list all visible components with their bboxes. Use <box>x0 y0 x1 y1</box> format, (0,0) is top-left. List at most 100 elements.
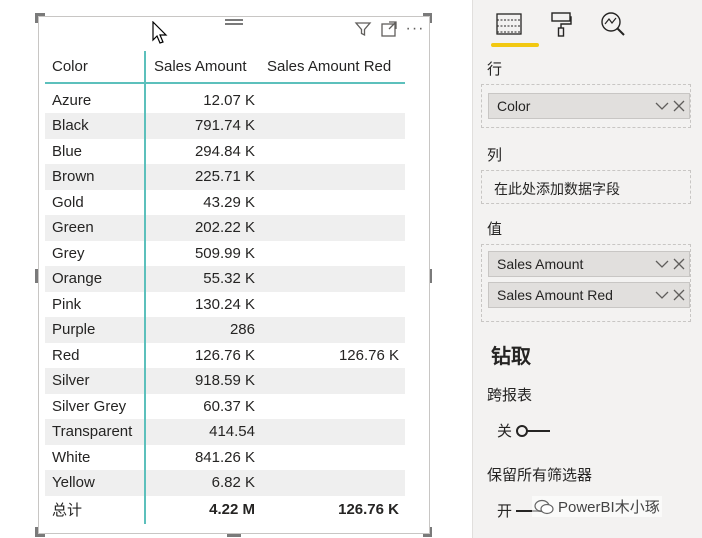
table-row[interactable]: Silver Grey 60.37 K <box>45 393 405 420</box>
column-header-sales-amount-red[interactable]: Sales Amount Red <box>259 51 405 84</box>
close-icon[interactable] <box>673 283 685 315</box>
cell-color: Silver Grey <box>45 393 146 419</box>
table-row[interactable]: Black 791.74 K <box>45 113 405 139</box>
close-icon[interactable] <box>673 94 685 126</box>
total-label: 总计 <box>45 495 146 524</box>
table-total-row: 总计 4.22 M 126.76 K <box>45 495 405 524</box>
toggle-state-label: 关 <box>497 423 513 440</box>
total-sales-amount: 4.22 M <box>209 501 255 518</box>
analytics-tab-icon[interactable] <box>597 8 629 40</box>
drill-section-title: 钻取 <box>491 346 531 368</box>
format-tab-icon[interactable] <box>545 8 577 40</box>
table-row[interactable]: Transparent 414.54 <box>45 419 405 445</box>
column-header-sales-amount[interactable]: Sales Amount <box>145 51 259 84</box>
table-row[interactable]: Red 126.76 K 126.76 K <box>45 342 405 368</box>
cell-sales-amount: 126.76 K <box>194 346 255 364</box>
data-table: Color Sales Amount Sales Amount Red Azur… <box>45 51 405 524</box>
cell-sales-amount: 225.71 K <box>145 164 259 190</box>
cell-color: Red <box>45 342 146 368</box>
field-pill-label: Color <box>497 98 531 114</box>
cell-sales-amount: 286 <box>145 317 259 343</box>
table-row[interactable]: Gold 43.29 K <box>45 189 405 216</box>
visualizations-pane: 行 Color 列 在此处添加数据字段 值 Sales Amount Sales… <box>472 0 702 538</box>
pane-tabs <box>493 8 629 40</box>
cell-color: Green <box>45 215 146 241</box>
columns-well[interactable]: 在此处添加数据字段 <box>481 170 691 204</box>
table-row[interactable]: Green 202.22 K <box>45 215 405 241</box>
cell-sales-amount-red <box>259 317 405 343</box>
total-sales-amount-red: 126.76 K <box>338 501 399 518</box>
resize-handle[interactable] <box>35 269 38 283</box>
cell-sales-amount: 6.82 K <box>145 470 259 496</box>
cell-sales-amount: 12.07 K <box>203 92 255 109</box>
cell-sales-amount-red <box>259 241 405 267</box>
resize-handle[interactable] <box>35 527 38 537</box>
cell-color: Transparent <box>45 419 146 445</box>
watermark: PowerBI木小琢 <box>532 496 662 517</box>
values-section-label: 值 <box>487 221 503 238</box>
cell-sales-amount-red <box>259 139 405 165</box>
cell-sales-amount-red <box>259 292 405 318</box>
rows-section-label: 行 <box>487 61 503 78</box>
resize-handle[interactable] <box>35 13 38 23</box>
focus-mode-icon[interactable] <box>379 19 399 39</box>
filter-icon[interactable] <box>353 19 373 39</box>
toggle-switch[interactable] <box>516 424 552 437</box>
watermark-text: PowerBI木小琢 <box>558 499 660 516</box>
chevron-down-icon[interactable] <box>655 94 669 126</box>
cell-sales-amount: 414.54 <box>145 419 259 445</box>
cell-sales-amount-red <box>259 215 405 241</box>
cell-sales-amount: 791.74 K <box>145 113 259 139</box>
table-header-row: Color Sales Amount Sales Amount Red <box>45 51 405 84</box>
cell-sales-amount-red <box>259 190 405 216</box>
wechat-icon <box>534 499 554 514</box>
columns-section-label: 列 <box>487 147 503 164</box>
table-row[interactable]: Yellow 6.82 K <box>45 470 405 496</box>
cell-sales-amount: 202.22 K <box>145 215 259 241</box>
keep-filters-label: 保留所有筛选器 <box>487 467 593 484</box>
active-tab-indicator <box>491 43 539 47</box>
close-icon[interactable] <box>673 252 685 284</box>
more-options-icon[interactable]: ··· <box>405 19 425 39</box>
values-well[interactable]: Sales Amount Sales Amount Red <box>481 244 691 322</box>
column-header-color[interactable]: Color <box>45 51 146 84</box>
table-row[interactable]: Blue 294.84 K <box>45 138 405 165</box>
cell-color: White <box>45 444 146 470</box>
field-pill-label: Sales Amount Red <box>497 287 613 303</box>
table-row[interactable]: White 841.26 K <box>45 444 405 470</box>
resize-handle[interactable] <box>227 534 241 537</box>
field-pill-sales-amount-red[interactable]: Sales Amount Red <box>488 282 690 308</box>
cell-sales-amount: 841.26 K <box>194 448 255 466</box>
table-row[interactable]: Silver 918.59 K <box>45 368 405 394</box>
table-row[interactable]: Brown 225.71 K <box>45 164 405 190</box>
cell-color: Orange <box>45 266 146 292</box>
table-visual[interactable]: ··· Color Sales Amount Sales Amount Red … <box>35 13 433 537</box>
fields-tab-icon[interactable] <box>493 8 525 40</box>
field-pill-sales-amount[interactable]: Sales Amount <box>488 251 690 277</box>
visual-header-toolbar: ··· <box>353 19 425 39</box>
columns-placeholder: 在此处添加数据字段 <box>494 181 620 197</box>
table-row[interactable]: Pink 130.24 K <box>45 291 405 318</box>
cell-color: Silver <box>45 368 146 394</box>
cell-color: Pink <box>45 291 146 317</box>
cell-sales-amount-red <box>259 470 405 496</box>
cell-color: Brown <box>45 164 146 190</box>
table-row[interactable]: Orange 55.32 K <box>45 266 405 292</box>
cell-sales-amount-red <box>259 83 405 113</box>
cross-report-toggle[interactable]: 关 <box>497 420 552 441</box>
table-row[interactable]: Purple 286 <box>45 317 405 343</box>
field-pill-actions <box>655 252 685 284</box>
cell-color: Azure <box>45 83 146 113</box>
cell-color: Gold <box>45 189 146 215</box>
cell-sales-amount-red: 126.76 K <box>338 346 399 364</box>
chevron-down-icon[interactable] <box>655 252 669 284</box>
cell-sales-amount-red <box>259 394 405 420</box>
cell-color: Blue <box>45 138 146 164</box>
field-pill-color[interactable]: Color <box>488 93 690 119</box>
rows-well[interactable]: Color <box>481 84 691 128</box>
chevron-down-icon[interactable] <box>655 283 669 315</box>
table-row[interactable]: Azure 12.07 K <box>45 83 405 113</box>
table-row[interactable]: Grey 509.99 K <box>45 240 405 267</box>
toggle-state-label: 开 <box>497 503 513 520</box>
drag-grip-icon[interactable] <box>225 19 243 29</box>
